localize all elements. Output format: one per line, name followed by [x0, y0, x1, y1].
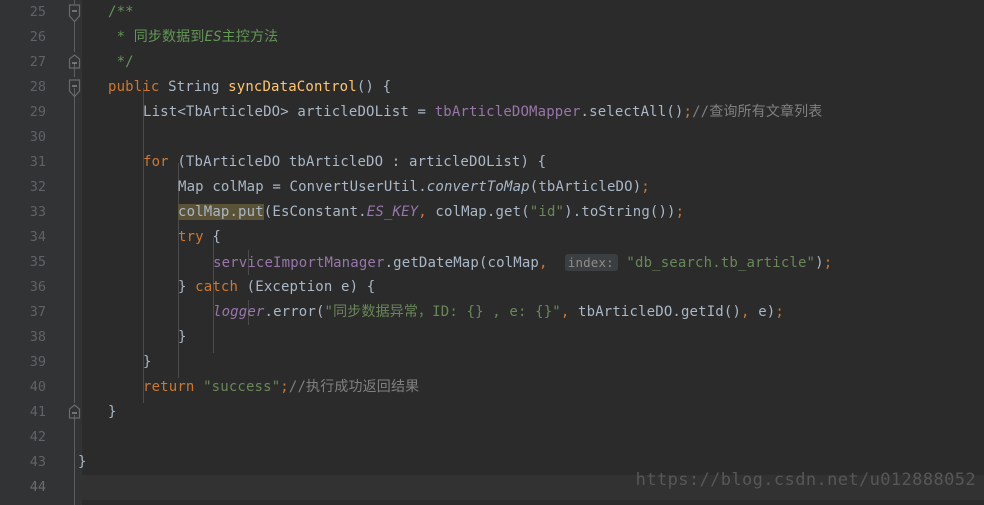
editor-gutter: 25 26 27 28 29 30 31 32 33 34 35 36 37 3…	[0, 0, 68, 505]
fold-marker-method-end[interactable]	[68, 404, 81, 423]
code-line-42[interactable]	[82, 425, 984, 450]
fold-connector-bottom	[74, 415, 75, 505]
code-line-30[interactable]	[82, 125, 984, 150]
line-number-26: 26	[29, 29, 46, 45]
code-line-38-text: }	[178, 329, 187, 345]
line-number-32: 32	[29, 179, 46, 195]
line-number-39: 39	[29, 354, 46, 370]
line-number-27: 27	[29, 54, 46, 70]
line-number-30: 30	[29, 129, 46, 145]
code-line-32[interactable]: Map colMap = ConvertUserUtil.convertToMa…	[82, 175, 984, 200]
code-line-33[interactable]: colMap.put(EsConstant.ES_KEY, colMap.get…	[82, 200, 984, 225]
code-line-28-text: public String syncDataControl() {	[108, 79, 392, 95]
code-line-28[interactable]: public String syncDataControl() {	[82, 75, 984, 100]
code-line-41[interactable]: }	[82, 400, 984, 425]
editor-fold-strip[interactable]	[68, 0, 82, 505]
code-line-34-text: try {	[178, 229, 221, 245]
line-number-42: 42	[29, 429, 46, 445]
line-number-34: 34	[29, 229, 46, 245]
code-line-26-text: * 同步数据到ES主控方法	[108, 29, 279, 45]
code-line-32-text: Map colMap = ConvertUserUtil.convertToMa…	[178, 179, 650, 195]
code-line-25[interactable]: /**	[82, 0, 984, 25]
code-line-31[interactable]: for (TbArticleDO tbArticleDO : articleDO…	[82, 150, 984, 175]
code-line-39[interactable]: }	[82, 350, 984, 375]
code-line-38[interactable]: }	[82, 325, 984, 350]
code-line-35[interactable]: serviceImportManager.getDateMap(colMap, …	[82, 250, 984, 275]
inline-parameter-hint-index[interactable]: index:	[564, 254, 618, 271]
code-line-37[interactable]: logger.error("同步数据异常，ID: {} , e: {}", tb…	[82, 300, 984, 325]
code-line-29-text: List<TbArticleDO> articleDOList = tbArti…	[143, 104, 823, 120]
code-editor-window: 25 26 27 28 29 30 31 32 33 34 35 36 37 3…	[0, 0, 984, 505]
line-number-43: 43	[29, 454, 46, 470]
line-number-28: 28	[29, 79, 46, 95]
line-number-25: 25	[29, 4, 46, 20]
code-line-27[interactable]: */	[82, 50, 984, 75]
code-line-43-text: }	[78, 454, 87, 470]
code-line-40-text: return "success";//执行成功返回结果	[143, 379, 420, 395]
fold-marker-comment-end[interactable]	[68, 54, 81, 73]
fold-connector-25-27	[74, 22, 75, 52]
code-line-43[interactable]: }	[78, 450, 984, 475]
line-number-31: 31	[29, 154, 46, 170]
fold-marker-method-start[interactable]	[68, 79, 81, 98]
line-number-36: 36	[29, 279, 46, 295]
line-number-40: 40	[29, 379, 46, 395]
highlighted-identifier: colMap.put	[178, 204, 264, 220]
code-line-44[interactable]	[82, 475, 984, 500]
code-line-36[interactable]: } catch (Exception e) {	[82, 275, 984, 300]
code-line-25-text: /**	[108, 4, 134, 20]
code-line-36-text: } catch (Exception e) {	[178, 279, 376, 295]
line-number-41: 41	[29, 404, 46, 420]
code-line-29[interactable]: List<TbArticleDO> articleDOList = tbArti…	[82, 100, 984, 125]
line-number-44: 44	[29, 479, 46, 495]
line-number-38: 38	[29, 329, 46, 345]
line-number-33: 33	[29, 204, 46, 220]
code-line-39-text: }	[143, 354, 152, 370]
code-line-27-text: */	[108, 54, 134, 70]
code-line-41-text: }	[108, 404, 117, 420]
fold-marker-comment-start[interactable]	[68, 4, 81, 23]
code-line-35-text: serviceImportManager.getDateMap(colMap, …	[213, 254, 833, 271]
code-line-37-text: logger.error("同步数据异常，ID: {} , e: {}", tb…	[213, 304, 784, 320]
code-line-40[interactable]: return "success";//执行成功返回结果	[82, 375, 984, 400]
code-line-33-text: colMap.put(EsConstant.ES_KEY, colMap.get…	[178, 204, 685, 220]
line-number-37: 37	[29, 304, 46, 320]
code-text-area[interactable]: /** * 同步数据到ES主控方法 */ public String syncD…	[78, 0, 984, 505]
code-line-34[interactable]: try {	[82, 225, 984, 250]
line-number-35: 35	[29, 254, 46, 270]
line-number-29: 29	[29, 104, 46, 120]
code-line-26[interactable]: * 同步数据到ES主控方法	[82, 25, 984, 50]
fold-connector-28-41	[74, 88, 75, 403]
code-line-31-text: for (TbArticleDO tbArticleDO : articleDO…	[143, 154, 547, 170]
